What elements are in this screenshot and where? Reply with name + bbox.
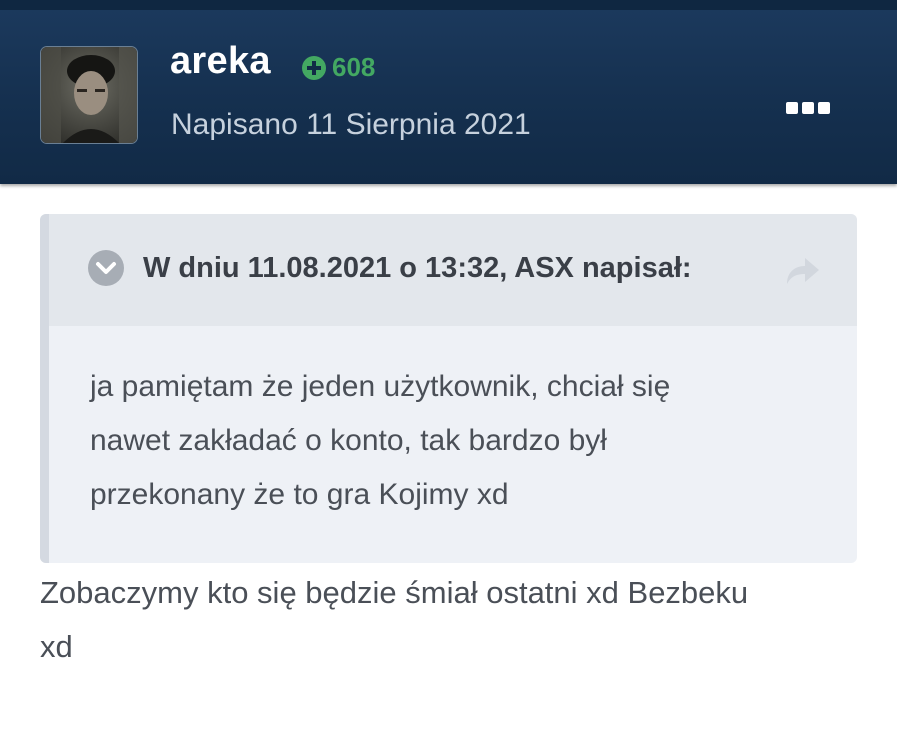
dot: [818, 102, 830, 114]
quote-line: ja pamiętam że jeden użytkownik, chciał …: [90, 370, 671, 403]
quote-text: ja pamiętam że jeden użytkownik, chciał …: [90, 360, 820, 522]
plus-circle-icon: [302, 55, 326, 80]
share-icon[interactable]: [783, 254, 821, 288]
avatar[interactable]: [40, 46, 138, 144]
post-date: Napisano 11 Sierpnia 2021: [171, 108, 531, 141]
header-top-line: [0, 0, 897, 10]
quote-left-bar: [40, 214, 49, 563]
reputation-count: 608: [332, 52, 376, 82]
quote-line: nawet zakładać o konto, tak bardzo był: [90, 424, 607, 457]
chevron-down-icon[interactable]: [88, 250, 124, 286]
dot: [802, 102, 814, 114]
author-name[interactable]: areka: [170, 40, 271, 83]
more-options-button[interactable]: [786, 96, 830, 120]
quote-citation[interactable]: W dniu 11.08.2021 o 13:32, ASX napisał:: [143, 252, 692, 285]
post-line: Zobaczymy kto się będzie śmiał ostatni x…: [40, 575, 749, 610]
post-header: areka 608 Napisano 11 Sierpnia 2021: [0, 0, 897, 184]
quote-line: przekonany że to gra Kojimy xd: [90, 478, 509, 511]
reputation-badge[interactable]: 608: [302, 52, 375, 83]
post-line: xd: [40, 629, 73, 664]
dot: [786, 102, 798, 114]
avatar-image: [41, 47, 137, 143]
post-content: Zobaczymy kto się będzie śmiał ostatni x…: [40, 566, 860, 674]
share-arrow-glyph: [787, 258, 819, 284]
chevron-down-glyph: [96, 262, 116, 274]
